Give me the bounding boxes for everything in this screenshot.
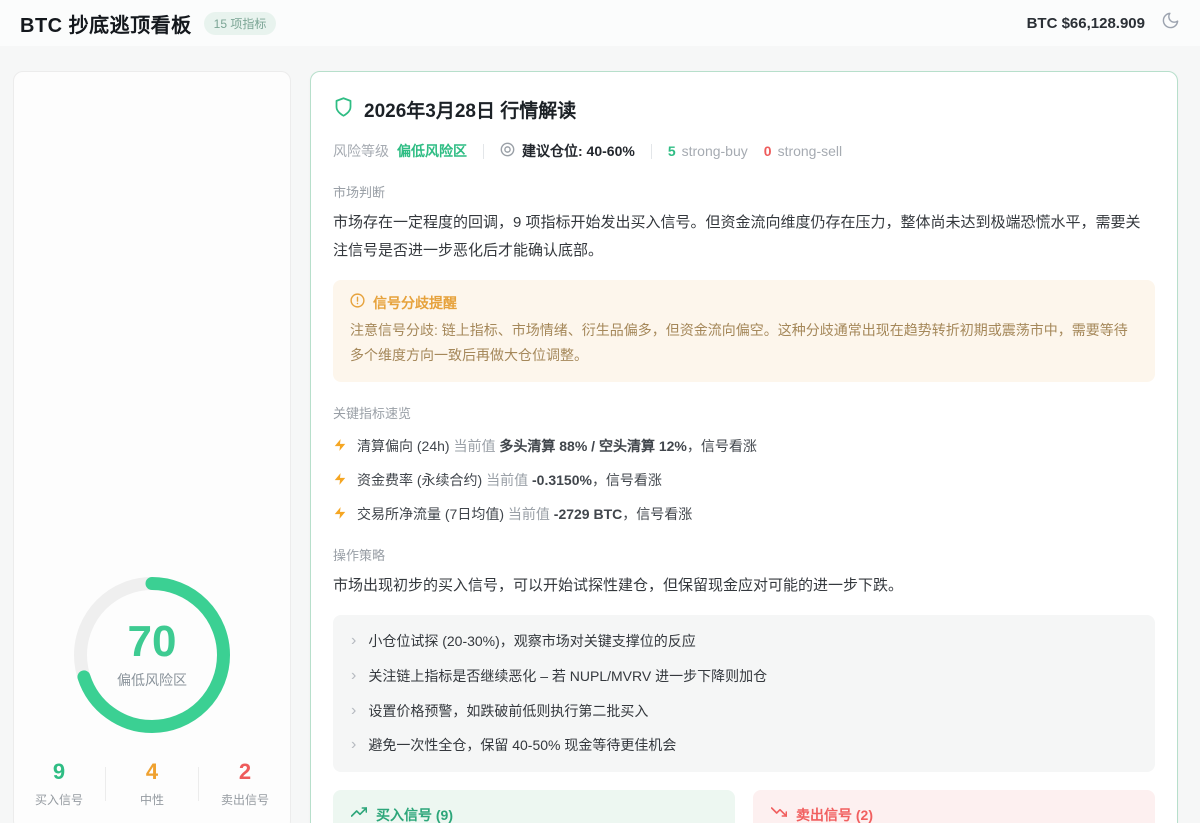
buy-signals-title: 买入信号 (9): [376, 805, 453, 823]
sell-signals-title: 卖出信号 (2): [796, 805, 873, 823]
report-title: 2026年3月28日 行情解读: [364, 96, 576, 123]
stat-neutral-signals: 4 中性: [116, 760, 188, 808]
market-judgement-text: 市场存在一定程度的回调，9 项指标开始发出买入信号。但资金流向维度仍存在压力，整…: [333, 209, 1155, 265]
position-advice: 建议仓位: 40-60%: [522, 141, 635, 161]
indicator-current-label: 当前值: [486, 472, 528, 488]
indicator-signal: ，信号看涨: [622, 506, 692, 522]
buy-signals-box: 买入信号 (9) 恐惧贪婪指数, NUPL 净未实现盈亏, MVRV 市场价值/…: [333, 790, 735, 823]
btc-price: BTC $66,128.909: [1027, 15, 1145, 32]
lightning-icon: [333, 470, 347, 490]
market-judgement-label: 市场判断: [333, 182, 1155, 201]
risk-level-label: 风险等级: [333, 141, 389, 161]
shield-icon: [333, 96, 354, 123]
indicator-value: -2729 BTC: [554, 506, 622, 522]
daily-report-card: 2026年3月28日 行情解读 风险等级 偏低风险区 建议仓位: 40-60% …: [310, 71, 1178, 823]
sell-count: 2: [209, 760, 281, 784]
sell-signals-box: 卖出信号 (2) MACD (12/26/9), BTC ETF 资金流 (7日…: [753, 790, 1155, 823]
strategy-item-text: 小仓位试探 (20-30%)，观察市场对关键支撑位的反应: [368, 631, 695, 651]
buy-count-label: 买入信号: [23, 791, 95, 808]
strategy-item: › 设置价格预警，如跌破前低则执行第二批买入: [351, 694, 1137, 729]
strong-buy-count: 5: [668, 143, 676, 159]
theme-toggle-button[interactable]: [1161, 11, 1180, 35]
stat-divider: [105, 767, 106, 801]
alert-text: 注意信号分歧: 链上指标、市场情绪、衍生品偏多，但资金流向偏空。这种分歧通常出现…: [350, 318, 1138, 370]
risk-score-panel: 70 偏低风险区 9 买入信号 4 中性 2 卖出信号: [13, 71, 291, 823]
indicator-value: 多头清算 88% / 空头清算 12%: [499, 438, 687, 454]
trending-up-icon: [351, 804, 367, 823]
neutral-count-label: 中性: [116, 791, 188, 808]
strategy-list: › 小仓位试探 (20-30%)，观察市场对关键支撑位的反应 › 关注链上指标是…: [333, 615, 1155, 772]
neutral-count: 4: [116, 760, 188, 784]
page-title: BTC 抄底逃顶看板: [20, 9, 192, 38]
strategy-summary: 市场出现初步的买入信号，可以开始试探性建仓，但保留现金应对可能的进一步下跌。: [333, 572, 1155, 600]
strong-buy-label: strong-buy: [682, 143, 748, 159]
indicator-current-label: 当前值: [508, 506, 550, 522]
strong-sell-label: strong-sell: [778, 143, 843, 159]
chevron-right-icon: ›: [351, 701, 356, 722]
strategy-item: › 关注链上指标是否继续恶化 – 若 NUPL/MVRV 进一步下降则加仓: [351, 659, 1137, 694]
indicator-name: 交易所净流量 (7日均值): [357, 506, 504, 522]
stat-sell-signals: 2 卖出信号: [209, 760, 281, 808]
alert-circle-icon: [350, 293, 365, 313]
indicator-count-badge: 15 项指标: [204, 12, 277, 35]
strategy-item: › 小仓位试探 (20-30%)，观察市场对关键支撑位的反应: [351, 624, 1137, 659]
indicator-row: 资金费率 (永续合约) 当前值 -0.3150%，信号看涨: [333, 470, 1155, 490]
buy-count: 9: [23, 760, 95, 784]
moon-icon: [1161, 11, 1180, 35]
stat-divider: [198, 767, 199, 801]
alert-title: 信号分歧提醒: [373, 293, 457, 313]
app-header: BTC 抄底逃顶看板 15 项指标 BTC $66,128.909: [0, 0, 1200, 46]
lightning-icon: [333, 436, 347, 456]
chevron-right-icon: ›: [351, 735, 356, 756]
signal-divergence-alert: 信号分歧提醒 注意信号分歧: 链上指标、市场情绪、衍生品偏多，但资金流向偏空。这…: [333, 280, 1155, 383]
report-meta-row: 风险等级 偏低风险区 建议仓位: 40-60% 5 strong-buy 0 s…: [333, 141, 1155, 161]
indicator-name: 清算偏向 (24h): [357, 438, 450, 454]
strategy-item-text: 关注链上指标是否继续恶化 – 若 NUPL/MVRV 进一步下降则加仓: [368, 666, 767, 686]
risk-gauge: 70 偏低风险区: [69, 572, 235, 738]
trending-down-icon: [771, 804, 787, 823]
strategy-item: › 避免一次性全仓，保留 40-50% 现金等待更佳机会: [351, 728, 1137, 763]
strategy-label: 操作策略: [333, 545, 1155, 564]
indicator-current-label: 当前值: [453, 438, 495, 454]
sell-count-label: 卖出信号: [209, 791, 281, 808]
meta-divider: [651, 144, 652, 159]
strategy-item-text: 避免一次性全仓，保留 40-50% 现金等待更佳机会: [368, 735, 676, 755]
risk-score-value: 70: [128, 620, 177, 664]
strategy-item-text: 设置价格预警，如跌破前低则执行第二批买入: [368, 701, 648, 721]
indicator-signal: ，信号看涨: [592, 472, 662, 488]
indicator-name: 资金费率 (永续合约): [357, 472, 482, 488]
meta-divider: [483, 144, 484, 159]
indicator-row: 清算偏向 (24h) 当前值 多头清算 88% / 空头清算 12%，信号看涨: [333, 436, 1155, 456]
indicator-row: 交易所净流量 (7日均值) 当前值 -2729 BTC，信号看涨: [333, 504, 1155, 524]
strong-sell-count: 0: [764, 143, 772, 159]
indicator-value: -0.3150%: [532, 472, 592, 488]
lightning-icon: [333, 504, 347, 524]
key-indicators-label: 关键指标速览: [333, 403, 1155, 422]
stat-buy-signals: 9 买入信号: [23, 760, 95, 808]
risk-zone-label: 偏低风险区: [117, 670, 187, 690]
indicator-signal: ，信号看涨: [687, 438, 757, 454]
signal-stats-row: 9 买入信号 4 中性 2 卖出信号: [14, 760, 290, 823]
chevron-right-icon: ›: [351, 631, 356, 652]
chevron-right-icon: ›: [351, 666, 356, 687]
target-icon: [500, 142, 515, 160]
risk-level-value: 偏低风险区: [397, 141, 467, 161]
